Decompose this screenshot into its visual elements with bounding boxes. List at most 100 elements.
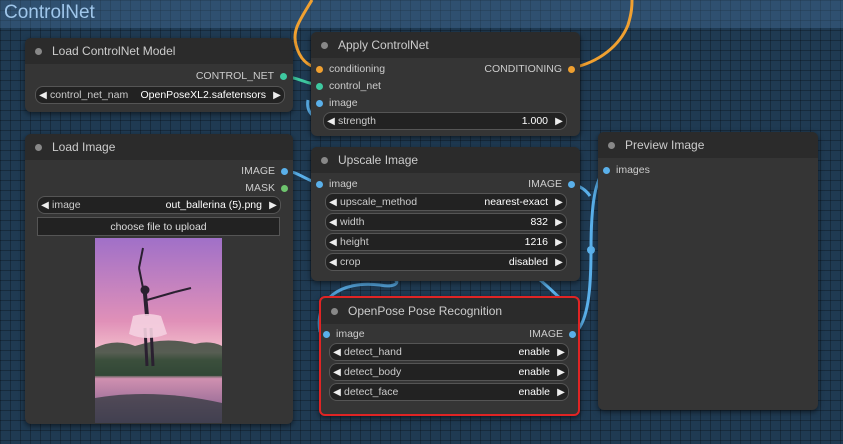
node-title: Upscale Image — [338, 153, 419, 167]
output-slot-control-net[interactable]: CONTROL_NET — [196, 69, 287, 83]
upscale-method-combo[interactable]: ◀ upscale_method nearest-exact ▶ — [325, 193, 567, 211]
widget-value: nearest-exact — [484, 196, 548, 208]
decrement-arrow-icon[interactable]: ◀ — [330, 367, 344, 378]
image-output-dot[interactable] — [568, 180, 575, 188]
input-slot-control-net[interactable]: control_net — [316, 79, 381, 93]
image-output-dot[interactable] — [569, 330, 576, 338]
slot-label: control_net — [329, 80, 381, 92]
node-openpose-pose-recognition[interactable]: OpenPose Pose Recognition image IMAGE ◀ … — [319, 296, 580, 416]
collapse-dot-icon[interactable] — [608, 141, 615, 149]
image-input-dot[interactable] — [316, 99, 323, 107]
slot-label: IMAGE — [529, 328, 563, 340]
decrement-arrow-icon[interactable]: ◀ — [324, 116, 338, 127]
widget-value: OpenPoseXL2.safetensors — [140, 89, 267, 101]
widget-label: control_net_nam — [50, 89, 129, 101]
conditioning-input-dot[interactable] — [316, 65, 323, 73]
images-input-dot[interactable] — [603, 166, 610, 174]
mask-output-dot[interactable] — [281, 184, 288, 192]
slot-label: MASK — [245, 182, 275, 194]
detect-face-combo[interactable]: ◀ detect_face enable ▶ — [329, 383, 569, 401]
increment-arrow-icon[interactable]: ▶ — [552, 257, 566, 268]
node-header[interactable]: Load Image — [25, 134, 293, 160]
decrement-arrow-icon[interactable]: ◀ — [330, 387, 344, 398]
widget-label: detect_face — [344, 386, 399, 398]
node-title: Preview Image — [625, 138, 705, 152]
node-header[interactable]: Load ControlNet Model — [25, 38, 293, 64]
decrement-arrow-icon[interactable]: ◀ — [36, 90, 50, 101]
upload-button[interactable]: choose file to upload — [37, 217, 280, 236]
decrement-arrow-icon[interactable]: ◀ — [326, 237, 340, 248]
input-slot-images[interactable]: images — [603, 163, 650, 177]
image-output-dot[interactable] — [281, 167, 288, 175]
node-title: Load Image — [52, 140, 116, 154]
ballerina-preview-image — [95, 238, 222, 423]
collapse-dot-icon[interactable] — [321, 41, 328, 49]
widget-value: out_ballerina (5).png — [165, 199, 262, 211]
decrement-arrow-icon[interactable]: ◀ — [326, 217, 340, 228]
input-slot-image[interactable]: image — [316, 96, 358, 110]
increment-arrow-icon[interactable]: ▶ — [554, 387, 568, 398]
conditioning-output-dot[interactable] — [568, 65, 575, 73]
widget-label: width — [340, 216, 365, 228]
image-input-dot[interactable] — [323, 330, 330, 338]
input-slot-conditioning[interactable]: conditioning — [316, 62, 385, 76]
output-slot-mask[interactable]: MASK — [245, 181, 288, 195]
input-slot-image[interactable]: image — [323, 327, 365, 341]
node-header[interactable]: Apply ControlNet — [311, 32, 580, 58]
slot-label: images — [616, 164, 650, 176]
node-header[interactable]: Upscale Image — [311, 147, 580, 173]
control-net-output-dot[interactable] — [280, 72, 287, 80]
collapse-dot-icon[interactable] — [331, 307, 338, 315]
link-conditioning-out — [571, 0, 634, 70]
node-load-image[interactable]: Load Image IMAGE MASK ◀ image out_baller… — [25, 134, 293, 424]
increment-arrow-icon[interactable]: ▶ — [270, 90, 284, 101]
decrement-arrow-icon[interactable]: ◀ — [330, 347, 344, 358]
widget-value: 1.000 — [521, 115, 548, 127]
output-slot-image[interactable]: IMAGE — [529, 327, 576, 341]
collapse-dot-icon[interactable] — [321, 156, 328, 164]
image-input-dot[interactable] — [316, 180, 323, 188]
increment-arrow-icon[interactable]: ▶ — [552, 217, 566, 228]
widget-label: detect_hand — [344, 346, 402, 358]
slot-label: conditioning — [329, 63, 386, 75]
collapse-dot-icon[interactable] — [35, 47, 42, 55]
input-slot-image[interactable]: image — [316, 177, 358, 191]
widget-label: image — [52, 199, 81, 211]
node-preview-image[interactable]: Preview Image images — [598, 132, 818, 410]
detect-body-combo[interactable]: ◀ detect_body enable ▶ — [329, 363, 569, 381]
output-slot-image[interactable]: IMAGE — [241, 164, 288, 178]
slot-label: image — [329, 97, 358, 109]
node-header[interactable]: Preview Image — [598, 132, 818, 158]
node-title: Load ControlNet Model — [52, 44, 176, 58]
output-slot-conditioning[interactable]: CONDITIONING — [484, 62, 575, 76]
height-number[interactable]: ◀ height 1216 ▶ — [325, 233, 567, 251]
output-slot-image[interactable]: IMAGE — [528, 177, 575, 191]
node-header[interactable]: OpenPose Pose Recognition — [321, 298, 578, 324]
detect-hand-combo[interactable]: ◀ detect_hand enable ▶ — [329, 343, 569, 361]
widget-label: strength — [338, 115, 376, 127]
increment-arrow-icon[interactable]: ▶ — [554, 367, 568, 378]
strength-slider[interactable]: ◀ strength 1.000 ▶ — [323, 112, 567, 130]
node-apply-controlnet[interactable]: Apply ControlNet conditioning CONDITIONI… — [311, 32, 580, 136]
control-net-input-dot[interactable] — [316, 82, 323, 90]
control-net-name-combo[interactable]: ◀ control_net_nam OpenPoseXL2.safetensor… — [35, 86, 285, 104]
slot-label: IMAGE — [528, 178, 562, 190]
increment-arrow-icon[interactable]: ▶ — [552, 237, 566, 248]
increment-arrow-icon[interactable]: ▶ — [552, 116, 566, 127]
node-load-controlnet[interactable]: Load ControlNet Model CONTROL_NET ◀ cont… — [25, 38, 293, 112]
widget-value: enable — [518, 366, 550, 378]
increment-arrow-icon[interactable]: ▶ — [552, 197, 566, 208]
node-upscale-image[interactable]: Upscale Image image IMAGE ◀ upscale_meth… — [311, 147, 580, 281]
width-number[interactable]: ◀ width 832 ▶ — [325, 213, 567, 231]
decrement-arrow-icon[interactable]: ◀ — [38, 200, 52, 211]
decrement-arrow-icon[interactable]: ◀ — [326, 197, 340, 208]
widget-value: disabled — [508, 256, 548, 268]
slot-label: CONDITIONING — [484, 63, 562, 75]
increment-arrow-icon[interactable]: ▶ — [554, 347, 568, 358]
image-file-combo[interactable]: ◀ image out_ballerina (5).png ▶ — [37, 196, 281, 214]
node-title: OpenPose Pose Recognition — [348, 304, 503, 318]
collapse-dot-icon[interactable] — [35, 143, 42, 151]
crop-combo[interactable]: ◀ crop disabled ▶ — [325, 253, 567, 271]
increment-arrow-icon[interactable]: ▶ — [266, 200, 280, 211]
decrement-arrow-icon[interactable]: ◀ — [326, 257, 340, 268]
